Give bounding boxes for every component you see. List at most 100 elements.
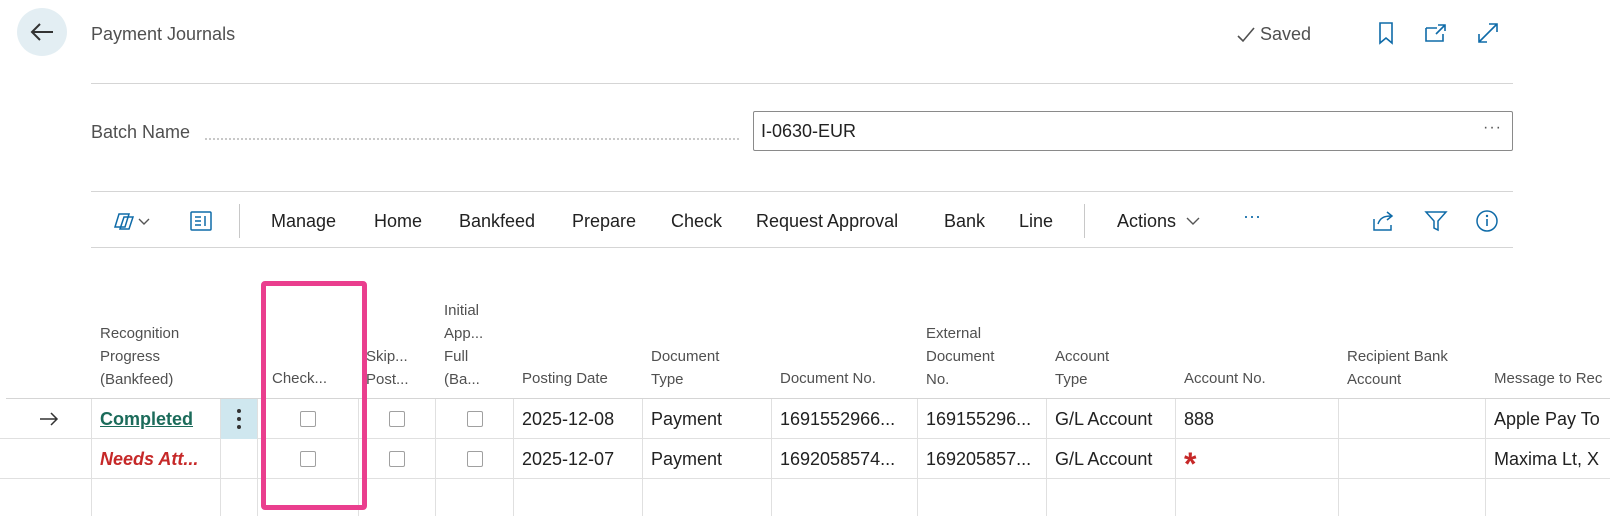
menu-bank[interactable]: Bank (944, 211, 985, 232)
row-indicator (6, 399, 92, 439)
batch-name-field[interactable]: I-0630-EUR ··· (753, 111, 1513, 151)
posting-date-cell[interactable]: 2025-12-08 (514, 399, 643, 439)
back-button[interactable] (17, 8, 67, 56)
document-no-cell[interactable]: 1691552966... (772, 399, 918, 439)
check-checkbox[interactable] (300, 451, 316, 467)
saved-label: Saved (1260, 24, 1312, 44)
account-type-cell[interactable]: G/L Account (1047, 439, 1176, 479)
column-header-account-type[interactable]: Account Type (1055, 345, 1109, 391)
copilot-button[interactable] (107, 208, 157, 234)
checkmark-icon (1237, 26, 1255, 42)
initial-app-checkbox[interactable] (466, 451, 483, 467)
column-header-posting-date[interactable]: Posting Date (522, 367, 608, 390)
empty-cell[interactable] (1047, 479, 1176, 516)
document-no-cell[interactable]: 1692058574... (772, 439, 918, 479)
account-no-cell[interactable]: 888 (1176, 399, 1339, 439)
document-type-cell[interactable]: Payment (643, 399, 772, 439)
menu-check[interactable]: Check (671, 211, 722, 232)
menu-actions[interactable]: Actions (1117, 211, 1201, 232)
more-options-button[interactable]: ··· (1243, 206, 1261, 227)
check-checkbox[interactable] (300, 411, 316, 427)
menu-actions-label: Actions (1117, 211, 1177, 231)
empty-cell[interactable] (92, 479, 221, 516)
message-to-recipient-cell[interactable]: Maxima Lt, X (1486, 439, 1610, 479)
toolbar-separator (1084, 204, 1085, 238)
filter-icon (1424, 211, 1448, 232)
external-document-no-cell[interactable]: 169155296... (918, 399, 1047, 439)
empty-cell[interactable] (359, 479, 436, 516)
page-title: Payment Journals (91, 24, 236, 44)
column-header-external-document-no[interactable]: External Document No. (926, 322, 994, 391)
recognition-progress-cell[interactable]: Needs Att... (92, 439, 221, 479)
initial-app-cell (436, 399, 514, 439)
menu-bankfeed[interactable]: Bankfeed (459, 211, 535, 232)
document-type-cell[interactable]: Payment (643, 439, 772, 479)
skip-posting-cell (359, 439, 436, 479)
batch-name-value: I-0630-EUR (761, 120, 857, 141)
empty-cell[interactable] (514, 479, 643, 516)
column-header-message-to-recipient[interactable]: Message to Rec (1494, 367, 1602, 390)
column-header-recognition-progress[interactable]: Recognition Progress (Bankfeed) (100, 322, 179, 391)
row-actions-button[interactable] (221, 399, 258, 439)
menu-prepare[interactable]: Prepare (572, 211, 636, 232)
column-header-skip-posting[interactable]: Skip... Post... (366, 345, 409, 391)
saved-status: Saved (1236, 24, 1311, 45)
bookmark-icon (1379, 22, 1393, 45)
empty-cell[interactable] (436, 479, 514, 516)
batch-name-leader (205, 138, 739, 140)
check-cell (258, 399, 359, 439)
empty-cell[interactable] (772, 479, 918, 516)
empty-cell[interactable] (1176, 479, 1339, 516)
recognition-progress-cell[interactable]: Completed (92, 399, 221, 439)
row-indicator (6, 439, 92, 479)
table-row[interactable]: Needs Att... 2025-12-07 Payment 16920585… (0, 439, 1610, 479)
edit-list-icon (190, 211, 212, 231)
filter-button[interactable] (1423, 208, 1449, 234)
column-header-recipient-bank-account[interactable]: Recipient Bank Account (1347, 345, 1448, 391)
menu-request-approval[interactable]: Request Approval (756, 211, 898, 232)
initial-app-cell (436, 439, 514, 479)
arrow-right-icon (39, 412, 58, 426)
info-icon (1476, 210, 1498, 232)
required-field-marker[interactable]: * (1176, 439, 1339, 479)
share-button[interactable] (1370, 208, 1396, 234)
open-new-window-button[interactable] (1423, 20, 1449, 46)
empty-cell[interactable] (918, 479, 1047, 516)
empty-cell[interactable] (1486, 479, 1610, 516)
menu-manage[interactable]: Manage (271, 211, 336, 232)
row-indicator (6, 479, 92, 516)
posting-date-cell[interactable]: 2025-12-07 (514, 439, 643, 479)
external-document-no-cell[interactable]: 169205857... (918, 439, 1047, 479)
copilot-icon (113, 213, 150, 230)
chevron-down-icon (1186, 217, 1200, 225)
expand-button[interactable] (1475, 20, 1501, 46)
empty-cell[interactable] (1339, 479, 1486, 516)
arrow-left-icon (30, 23, 53, 41)
empty-cell[interactable] (643, 479, 772, 516)
column-header-check[interactable]: Check... (272, 367, 327, 390)
toolbar-separator (239, 204, 240, 238)
recipient-bank-account-cell[interactable] (1339, 399, 1486, 439)
row-actions-cell (221, 439, 258, 479)
column-header-document-no[interactable]: Document No. (780, 367, 876, 390)
account-type-cell[interactable]: G/L Account (1047, 399, 1176, 439)
initial-app-checkbox[interactable] (466, 411, 483, 427)
info-button[interactable] (1474, 208, 1500, 234)
column-header-document-type[interactable]: Document Type (651, 345, 719, 391)
column-header-account-no[interactable]: Account No. (1184, 367, 1266, 390)
empty-cell[interactable] (258, 479, 359, 516)
batch-lookup-button[interactable]: ··· (1483, 119, 1502, 137)
menu-home[interactable]: Home (374, 211, 422, 232)
skip-posting-checkbox[interactable] (389, 451, 405, 467)
skip-posting-checkbox[interactable] (389, 411, 405, 427)
message-to-recipient-cell[interactable]: Apple Pay To (1486, 399, 1610, 439)
share-icon (1373, 211, 1394, 231)
bookmark-button[interactable] (1373, 20, 1399, 46)
menu-line[interactable]: Line (1019, 211, 1053, 232)
vertical-ellipsis-icon (237, 409, 241, 429)
column-header-initial-app-full[interactable]: Initial App... Full (Ba... (444, 299, 483, 391)
recipient-bank-account-cell[interactable] (1339, 439, 1486, 479)
edit-list-button[interactable] (188, 208, 214, 234)
table-row[interactable]: Completed 2025-12-08 Payment 1691552966.… (0, 399, 1610, 439)
table-row-empty[interactable] (0, 479, 1610, 516)
